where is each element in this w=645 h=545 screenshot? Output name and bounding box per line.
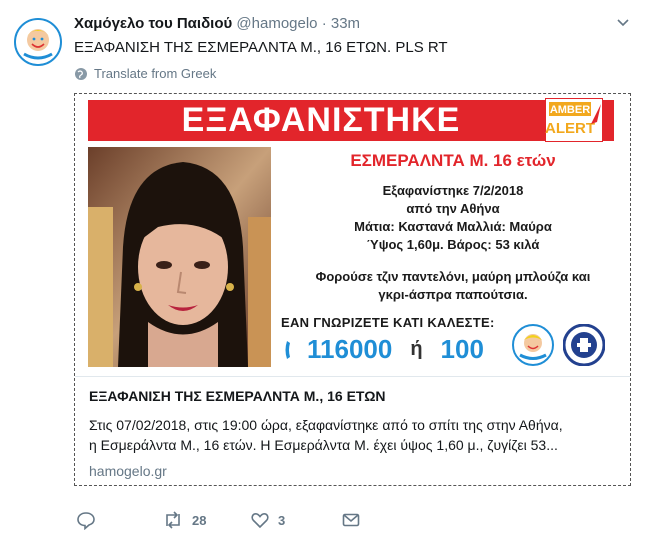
like-button[interactable]: 3 bbox=[250, 510, 285, 530]
contact-label: ΕΑΝ ΓΝΩΡΙΖΕΤΕ ΚΑΤΙ ΚΑΛΕΣΤΕ: bbox=[281, 315, 495, 330]
envelope-icon bbox=[342, 513, 360, 527]
phone-icon bbox=[285, 340, 290, 359]
card-title[interactable]: ΕΞΑΦΑΝΙΣΗ ΤΗΣ ΕΣΜΕΡΑΛΝΤΑ Μ., 16 ΕΤΩΝ bbox=[89, 387, 616, 405]
missing-person-photo bbox=[88, 147, 271, 367]
card-meta[interactable]: ΕΞΑΦΑΝΙΣΗ ΤΗΣ ΕΣΜΕΡΑΛΝΤΑ Μ., 16 ΕΤΩΝ Στι… bbox=[75, 376, 630, 485]
retweet-count: 28 bbox=[192, 512, 207, 528]
translate-link[interactable]: Translate from Greek bbox=[74, 66, 216, 81]
author-name[interactable]: Χαμόγελο του Παιδιού bbox=[74, 15, 232, 32]
hamogelo-logo-icon bbox=[512, 324, 554, 366]
amber-alert-poster[interactable]: ΕΞΑΦΑΝΙΣΤΗΚΕ AMBER ALERT ΕΣΜΕΡΑΛΝΤΑ Μ. 1… bbox=[75, 94, 630, 375]
missing-date: Εξαφανίστηκε 7/2/2018 bbox=[382, 183, 524, 198]
separator: · bbox=[321, 15, 327, 32]
retweet-icon bbox=[166, 511, 180, 529]
reply-icon bbox=[77, 512, 95, 530]
translate-label[interactable]: Translate from Greek bbox=[94, 66, 216, 81]
author-handle[interactable]: @hamogelo bbox=[236, 15, 317, 32]
link-card[interactable]: ΕΞΑΦΑΝΙΣΤΗΚΕ AMBER ALERT ΕΣΜΕΡΑΛΝΤΑ Μ. 1… bbox=[74, 93, 631, 486]
tweet-header: Χαμόγελο του Παιδιού @hamogelo · 33m bbox=[74, 14, 605, 34]
alert-text: ALERT bbox=[545, 120, 595, 137]
more-options-chevron-icon[interactable] bbox=[615, 14, 631, 30]
tweet-text: ΕΞΑΦΑΝΙΣΗ ΤΗΣ ΕΣΜΕΡΑΛΝΤΑ Μ., 16 ΕΤΩΝ. PL… bbox=[74, 39, 448, 56]
missing-name-age: ΕΣΜΕΡΑΛΝΤΑ Μ. 16 ετών bbox=[350, 151, 556, 170]
heart-icon bbox=[251, 512, 269, 529]
card-desc-line-1: Στις 07/02/2018, στις 19:00 ώρα, εξαφανί… bbox=[89, 417, 563, 433]
card-desc-line-2: η Εσμεράλντα Μ., 16 ετών. Η Εσμεράλντα Μ… bbox=[89, 437, 558, 453]
phone-numbers: 116000 ή 100 bbox=[283, 334, 484, 365]
reply-button[interactable] bbox=[76, 510, 96, 530]
card-domain[interactable]: hamogelo.gr bbox=[89, 463, 616, 479]
eyes-hair: Μάτια: Καστανά Μαλλιά: Μαύρα bbox=[354, 219, 552, 234]
clothes-line-1: Φορούσε τζιν παντελόνι, μαύρη μπλούζα κα… bbox=[315, 269, 591, 284]
card-description: Στις 07/02/2018, στις 19:00 ώρα, εξαφανί… bbox=[89, 415, 616, 455]
missing-location: από την Αθήνα bbox=[406, 201, 500, 216]
phone-alt: 100 bbox=[440, 334, 484, 364]
missing-details: ΕΣΜΕΡΑΛΝΤΑ Μ. 16 ετών Εξαφανίστηκε 7/2/2… bbox=[281, 150, 625, 304]
direct-message-button[interactable] bbox=[341, 510, 361, 530]
tweet-actions: 28 3 bbox=[74, 510, 434, 530]
height-weight: Ύψος 1,60μ. Βάρος: 53 κιλά bbox=[366, 237, 540, 252]
police-logo-icon bbox=[563, 324, 605, 366]
clothes-line-2: γκρι-άσπρα παπούτσια. bbox=[378, 287, 528, 302]
amber-alert-logo-icon: AMBER ALERT bbox=[545, 98, 603, 142]
poster-banner: ΕΞΑΦΑΝΙΣΤΗΚΕ bbox=[88, 100, 614, 141]
timestamp[interactable]: 33m bbox=[331, 15, 360, 32]
avatar[interactable] bbox=[14, 18, 62, 66]
retweet-button[interactable]: 28 bbox=[162, 510, 206, 530]
like-count: 3 bbox=[278, 512, 286, 528]
phone-main: 116000 bbox=[307, 334, 393, 364]
globe-icon bbox=[75, 67, 87, 80]
amber-text: AMBER bbox=[550, 104, 590, 116]
phone-or: ή bbox=[410, 338, 423, 360]
smile-logo-icon bbox=[16, 20, 60, 64]
